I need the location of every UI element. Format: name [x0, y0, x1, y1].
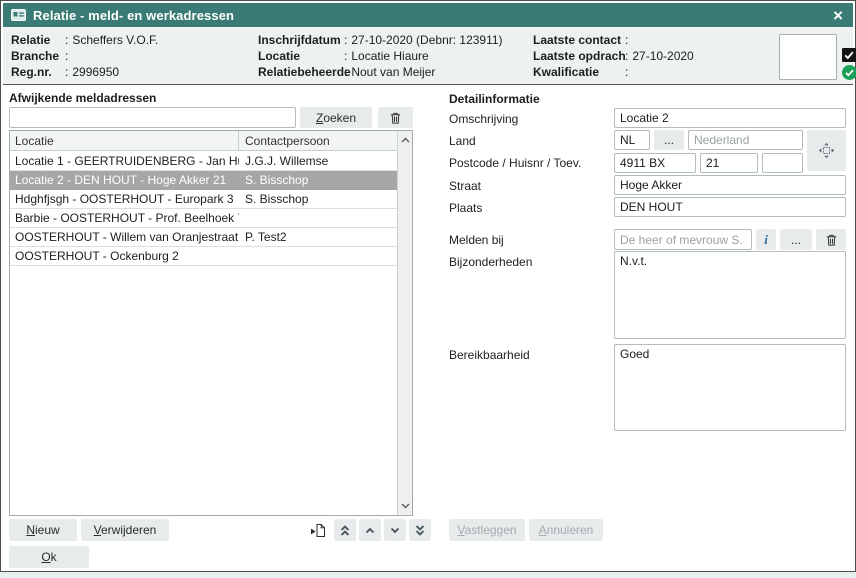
checkbox-checked-icon[interactable]	[842, 48, 856, 62]
address-card-icon	[11, 9, 26, 21]
label-bereikbaarheid: Bereikbaarheid	[449, 348, 530, 362]
land-browse-button[interactable]: ...	[654, 130, 684, 150]
address-table-body: Locatie 1 - GEERTRUIDENBERG - Jan Hub...…	[10, 152, 397, 515]
detail-panel-title: Detailinformatie	[449, 92, 540, 106]
header-field: Relatie:Scheffers V.O.F.	[11, 32, 158, 48]
cell-locatie: OOSTERHOUT - Ockenburg 2	[10, 249, 239, 263]
table-row[interactable]: Locatie 2 - DEN HOUT - Hoge Akker 21S. B…	[10, 171, 397, 190]
table-row[interactable]: Hdghfjsgh - OOSTERHOUT - Europark 3S. Bi…	[10, 190, 397, 209]
header-field: Relatiebeheerde:Nout van Meijer	[258, 64, 503, 80]
double-chevron-down-icon	[414, 524, 426, 537]
label-melden-bij: Melden bij	[449, 233, 504, 247]
map-position-icon-button[interactable]	[807, 130, 846, 171]
save-button[interactable]: Vastleggen	[449, 519, 525, 541]
move-bottom-icon-button[interactable]	[409, 519, 431, 541]
insert-page-icon	[310, 523, 326, 538]
table-header: Locatie Contactpersoon	[10, 131, 397, 151]
scroll-down-icon[interactable]	[398, 498, 412, 514]
table-row[interactable]: OOSTERHOUT - Ockenburg 2	[10, 247, 397, 266]
toevoeging-field[interactable]	[762, 153, 803, 173]
land-code-field[interactable]	[614, 130, 650, 150]
bereikbaarheid-field[interactable]: Goed	[614, 344, 846, 431]
huisnr-field[interactable]	[700, 153, 758, 173]
melden-bij-trash-icon-button[interactable]	[816, 229, 846, 250]
melden-bij-browse-button[interactable]: ...	[780, 229, 812, 250]
header-col-right: Laatste contact:Laatste opdrach:27-10-20…	[533, 32, 694, 80]
photo-placeholder	[779, 34, 837, 80]
double-chevron-up-icon	[339, 524, 351, 537]
relation-addresses-dialog: Relatie - meld- en werkadressen × Relati…	[0, 0, 856, 572]
cell-locatie: Barbie - OOSTERHOUT - Prof. Beelhoek 7..…	[10, 211, 239, 225]
header-field: Laatste contact:	[533, 32, 694, 48]
insert-page-icon-button[interactable]	[306, 519, 330, 541]
label-omschrijving: Omschrijving	[449, 112, 518, 126]
cell-contactpersoon: J.G.J. Willemse	[239, 154, 397, 168]
header-col-left: Relatie:Scheffers V.O.F.Branche:Reg.nr.:…	[11, 32, 158, 80]
cell-contactpersoon: S. Bisschop	[239, 192, 397, 206]
column-header-locatie[interactable]: Locatie	[10, 131, 239, 150]
left-panel-title: Afwijkende meldadressen	[9, 91, 156, 105]
omschrijving-field[interactable]	[614, 108, 846, 128]
move-down-icon-button[interactable]	[384, 519, 406, 541]
label-bijzonderheden: Bijzonderheden	[449, 255, 532, 269]
dialog-title: Relatie - meld- en werkadressen	[33, 8, 234, 23]
header-field: Reg.nr.:2996950	[11, 64, 158, 80]
move-up-icon-button[interactable]	[359, 519, 381, 541]
cell-contactpersoon: P. Test2	[239, 230, 397, 244]
bijzonderheden-field[interactable]: N.v.t.	[614, 251, 846, 339]
chevron-down-icon	[389, 524, 401, 537]
trash-icon	[825, 233, 838, 247]
label-land: Land	[449, 134, 476, 148]
label-straat: Straat	[449, 179, 481, 193]
chevron-up-icon	[364, 524, 376, 537]
plaats-field[interactable]	[614, 197, 846, 217]
cell-locatie: Hdghfjsgh - OOSTERHOUT - Europark 3	[10, 192, 239, 206]
straat-field[interactable]	[614, 175, 846, 195]
melden-bij-field	[614, 229, 752, 250]
scroll-up-icon[interactable]	[398, 132, 412, 148]
title-bar: Relatie - meld- en werkadressen ×	[3, 3, 853, 27]
table-row[interactable]: Locatie 1 - GEERTRUIDENBERG - Jan Hub...…	[10, 152, 397, 171]
label-postcode: Postcode / Huisnr / Toev.	[449, 156, 581, 170]
cell-locatie: Locatie 1 - GEERTRUIDENBERG - Jan Hub...	[10, 154, 239, 168]
move-crosshair-icon	[818, 142, 835, 159]
header-field: Laatste opdrach:27-10-2020	[533, 48, 694, 64]
table-row[interactable]: OOSTERHOUT - Willem van Oranjestraat ...…	[10, 228, 397, 247]
table-row[interactable]: Barbie - OOSTERHOUT - Prof. Beelhoek 7..…	[10, 209, 397, 228]
table-scrollbar[interactable]	[397, 131, 412, 515]
trash-icon	[389, 111, 402, 125]
trash-icon-button[interactable]	[378, 107, 413, 128]
header-field: Branche:	[11, 48, 158, 64]
info-icon-button[interactable]: i	[756, 229, 776, 250]
header-col-middle: Inschrijfdatum:27-10-2020 (Debnr: 123911…	[258, 32, 503, 80]
cancel-button[interactable]: Annuleren	[529, 519, 603, 541]
ok-button[interactable]: Ok	[9, 546, 89, 568]
close-icon[interactable]: ×	[831, 7, 845, 24]
cell-contactpersoon: S. Bisschop	[239, 173, 397, 187]
header-field: Kwalificatie:	[533, 64, 694, 80]
header-field: Locatie:Locatie Hiaure	[258, 48, 503, 64]
cell-locatie: Locatie 2 - DEN HOUT - Hoge Akker 21	[10, 173, 239, 187]
cell-locatie: OOSTERHOUT - Willem van Oranjestraat ...	[10, 230, 239, 244]
search-input[interactable]	[9, 107, 296, 128]
search-button[interactable]: Zoeken	[300, 107, 372, 128]
addresses-table: Locatie Contactpersoon Locatie 1 - GEERT…	[9, 130, 413, 516]
header-field: Inschrijfdatum:27-10-2020 (Debnr: 123911…	[258, 32, 503, 48]
land-name-field	[688, 130, 803, 150]
delete-button[interactable]: Verwijderen	[81, 519, 169, 541]
green-check-icon	[842, 65, 856, 80]
new-button[interactable]: Nieuw	[9, 519, 77, 541]
relation-header: Relatie:Scheffers V.O.F.Branche:Reg.nr.:…	[3, 27, 853, 85]
postcode-field[interactable]	[614, 153, 696, 173]
column-header-contactpersoon[interactable]: Contactpersoon	[239, 134, 397, 148]
label-plaats: Plaats	[449, 201, 482, 215]
move-top-icon-button[interactable]	[334, 519, 356, 541]
